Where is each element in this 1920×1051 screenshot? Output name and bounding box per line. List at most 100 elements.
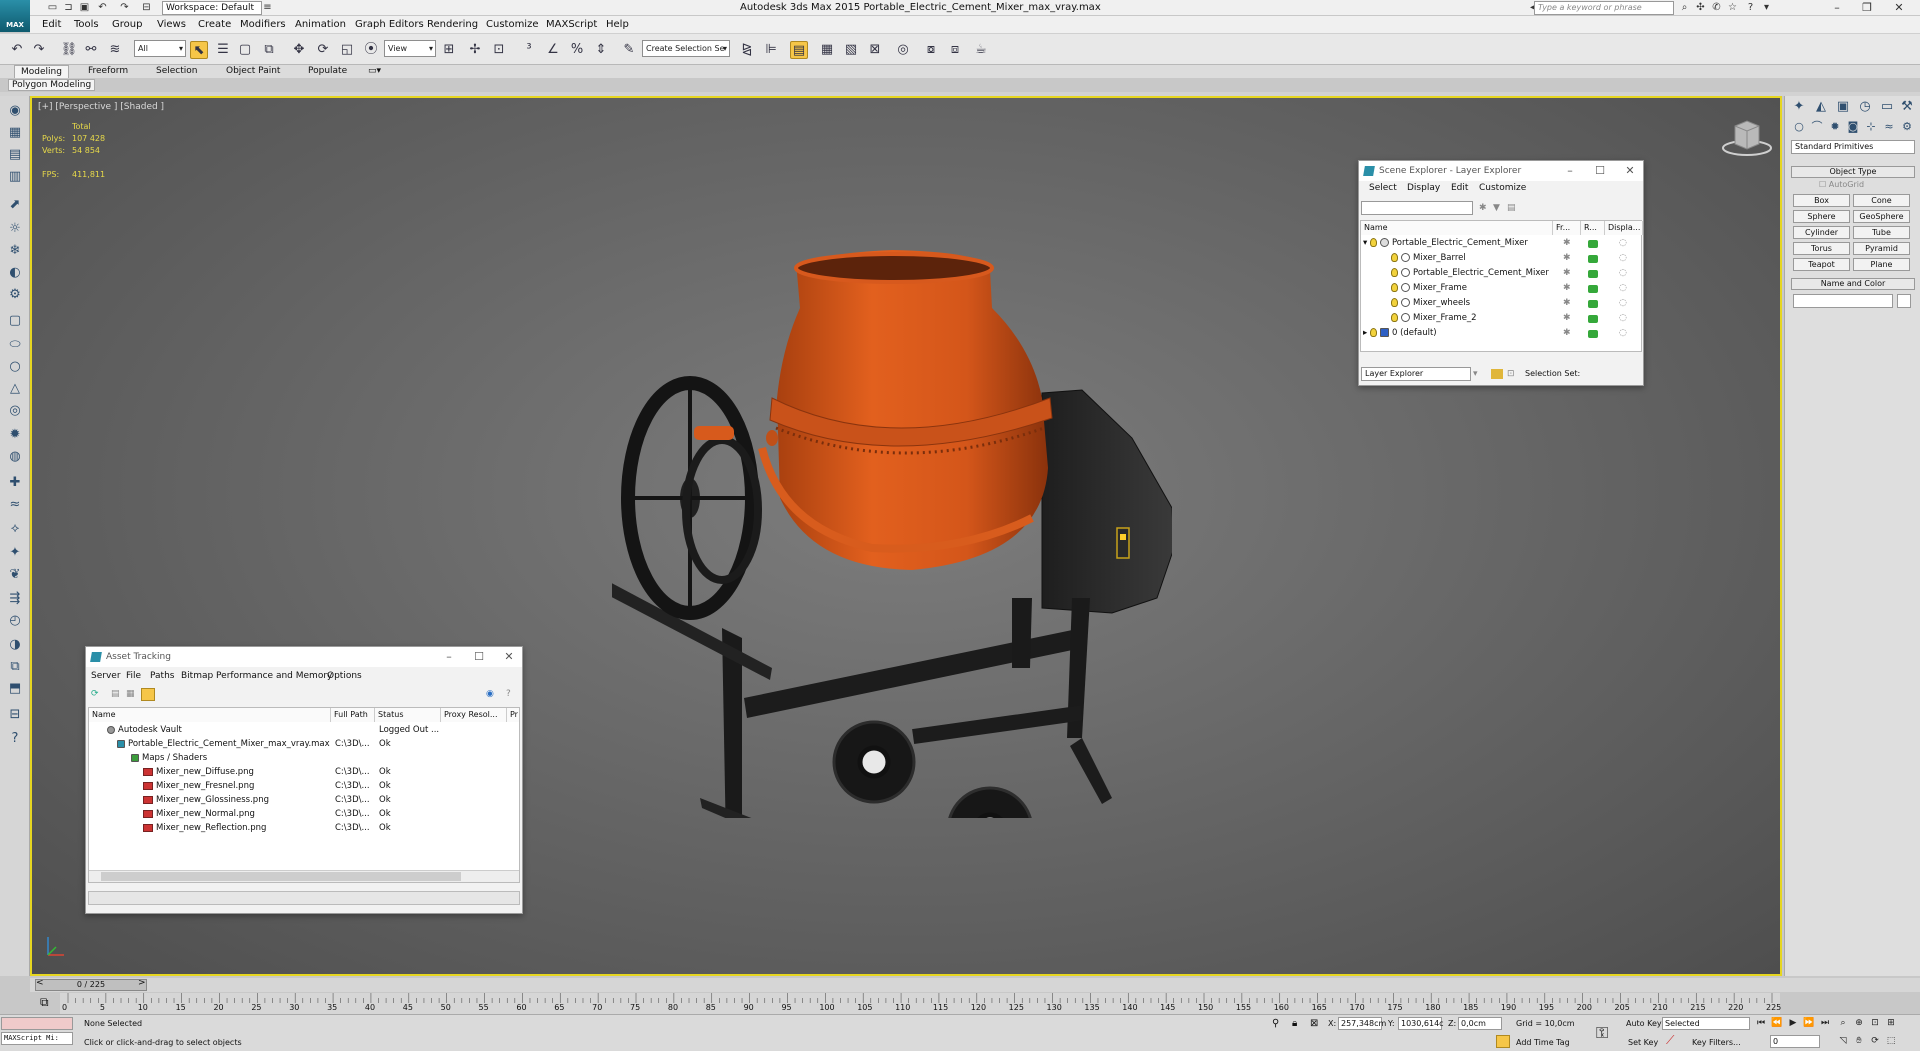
minimize-icon[interactable]: – <box>1822 0 1852 16</box>
snap-toggle-icon[interactable]: ³ <box>520 41 538 59</box>
render-setup-icon[interactable]: ⧇ <box>922 41 940 59</box>
search-input[interactable]: Type a keyword or phrase <box>1534 1 1674 15</box>
layers-icon[interactable]: ▤ <box>5 146 25 164</box>
zoom-extents-icon[interactable]: ⊡ <box>1868 1017 1882 1030</box>
asset-tracking-titlebar[interactable]: Asset Tracking – ☐ ✕ <box>86 647 522 667</box>
edit-named-selection-icon[interactable]: ✎ <box>620 41 638 59</box>
light-bulb-icon[interactable] <box>1391 313 1398 322</box>
close-icon[interactable]: ✕ <box>1615 161 1645 181</box>
key-filter-icon[interactable]: ⟋ <box>1666 1033 1674 1048</box>
field-of-view-icon[interactable]: ◹ <box>1836 1035 1850 1048</box>
cylinder-button[interactable]: Cylinder <box>1793 226 1850 239</box>
menu-tools[interactable]: Tools <box>74 19 99 30</box>
light-bulb-icon[interactable] <box>1391 298 1398 307</box>
x-coordinate-field[interactable]: 257,348cm <box>1338 1017 1386 1030</box>
menu-graph-editors[interactable]: Graph Editors <box>355 19 424 30</box>
refresh-icon[interactable]: ⟳ <box>91 689 99 699</box>
tree-row[interactable]: Portable_Electric_Cement_Mixer <box>1391 266 1549 280</box>
previous-frame-icon[interactable]: ⏪ <box>1770 1017 1784 1030</box>
render-icon[interactable]: ◴ <box>5 612 25 630</box>
lock-icon[interactable]: ⊡ <box>1507 369 1515 379</box>
maximize-icon[interactable]: ☐ <box>1585 161 1615 181</box>
zoom-icon[interactable]: ⌕ <box>1836 1017 1850 1030</box>
menu-animation[interactable]: Animation <box>295 19 346 30</box>
current-frame-field[interactable]: 0 <box>1770 1035 1820 1048</box>
helper-icon[interactable]: ✚ <box>5 474 25 492</box>
lights-icon[interactable]: ✹ <box>1825 118 1845 136</box>
mirror-icon[interactable]: ⧎ <box>738 41 756 59</box>
col-full-path[interactable]: Full Path <box>331 708 375 722</box>
foliage-icon[interactable]: ❦ <box>5 566 25 584</box>
light-bulb-icon[interactable] <box>1391 253 1398 262</box>
isolate-icon[interactable]: ⚲ <box>1272 1018 1279 1029</box>
teapot-button[interactable]: Teapot <box>1793 258 1850 271</box>
paint-select-icon[interactable]: ☼ <box>5 220 25 238</box>
create-tab-icon[interactable]: ✦ <box>1789 98 1809 116</box>
menu-help[interactable]: Help <box>606 19 629 30</box>
modify-tab-icon[interactable]: ◭ <box>1811 98 1831 116</box>
object-name-input[interactable] <box>1793 294 1893 308</box>
reference-coordinate-dropdown[interactable]: View <box>384 40 436 57</box>
snapshot-icon[interactable]: ⬒ <box>5 680 25 698</box>
viewport-layout-icon[interactable]: ▦ <box>5 124 25 142</box>
menu-edit[interactable]: Edit <box>42 19 61 30</box>
renderable-icon[interactable] <box>1588 240 1598 248</box>
tree-row[interactable]: Mixer_Barrel <box>1391 251 1466 265</box>
menu-create[interactable]: Create <box>198 19 231 30</box>
tree-row[interactable]: Mixer_Frame <box>1391 281 1467 295</box>
dropdown-arrow-icon[interactable]: ▾ <box>1473 369 1478 379</box>
menu-rendering[interactable]: Rendering <box>427 19 478 30</box>
undo-icon[interactable]: ↶ <box>8 41 26 59</box>
menu-display[interactable]: Display <box>1407 183 1440 193</box>
renderable-icon[interactable] <box>1588 270 1598 278</box>
box-create-icon[interactable]: ▢ <box>5 312 25 330</box>
polygon-modeling-panel[interactable]: Polygon Modeling <box>8 79 96 91</box>
zoom-extents-all-icon[interactable]: ⊞ <box>1884 1017 1898 1030</box>
display-box-icon[interactable]: ◌ <box>1619 313 1627 323</box>
select-manipulate-icon[interactable]: ✢ <box>466 41 484 59</box>
shapes-icon[interactable]: ⌒ <box>1807 118 1827 136</box>
tree-row[interactable]: Mixer_wheels <box>1391 296 1470 310</box>
close-icon[interactable]: ✕ <box>494 647 524 667</box>
renderable-icon[interactable] <box>1588 255 1598 263</box>
light-create-icon[interactable]: ✹ <box>5 426 25 444</box>
light-bulb-icon[interactable] <box>1369 328 1377 337</box>
selection-filter-dropdown[interactable]: All <box>134 40 186 57</box>
favorites-icon[interactable]: ☆ <box>1726 2 1739 14</box>
help-icon[interactable]: ? <box>1744 2 1757 14</box>
undo-icon[interactable]: ↶ <box>96 2 109 14</box>
camera-create-icon[interactable]: ◍ <box>5 448 25 466</box>
pivot-center-icon[interactable]: ⊞ <box>440 41 458 59</box>
project-folder-icon[interactable]: ⊟ <box>140 2 153 14</box>
cone-button[interactable]: Cone <box>1853 194 1910 207</box>
clear-search-icon[interactable]: ✱ <box>1479 203 1487 213</box>
absolute-mode-icon[interactable]: ⊠ <box>1310 1018 1318 1029</box>
filter-icon[interactable]: ▼ <box>1493 203 1500 213</box>
layer-toggle-icon[interactable] <box>1491 369 1503 379</box>
pan-icon[interactable]: ✋︎ <box>1852 1035 1866 1048</box>
help-circle-icon[interactable]: ? <box>5 730 25 748</box>
maxscript-listener[interactable] <box>1 1017 73 1030</box>
table-view-icon[interactable] <box>141 688 155 701</box>
plane-button[interactable]: Plane <box>1853 258 1910 271</box>
curve-editor-icon[interactable]: ▧ <box>842 41 860 59</box>
systems-icon[interactable]: ⚙ <box>1897 118 1917 136</box>
display-box-icon[interactable]: ◌ <box>1619 328 1627 338</box>
select-object-icon[interactable]: ⬉ <box>190 41 208 59</box>
renderable-icon[interactable] <box>1588 285 1598 293</box>
go-to-start-icon[interactable]: ⏮ <box>1754 1017 1768 1030</box>
new-file-icon[interactable]: ▭ <box>46 2 59 14</box>
select-by-name-icon[interactable]: ☰ <box>214 41 232 59</box>
menu-views[interactable]: Views <box>157 19 186 30</box>
set-key-button[interactable]: Set Key <box>1628 1038 1658 1047</box>
name-and-color-rollout[interactable]: Name and Color <box>1791 278 1915 290</box>
spinner-snap-icon[interactable]: ⇕ <box>592 41 610 59</box>
menu-select[interactable]: Select <box>1369 183 1397 193</box>
tab-populate[interactable]: Populate <box>302 65 353 78</box>
freeze-icon[interactable]: ✱ <box>1563 283 1571 293</box>
tree-row[interactable]: ▸ 0 (default) <box>1363 326 1437 340</box>
ribbon-toggle-icon[interactable]: ▦ <box>818 41 836 59</box>
save-file-icon[interactable]: ▣ <box>78 2 91 14</box>
time-next-icon[interactable]: > <box>138 978 146 988</box>
walkthrough-icon[interactable]: ⇶ <box>5 590 25 608</box>
